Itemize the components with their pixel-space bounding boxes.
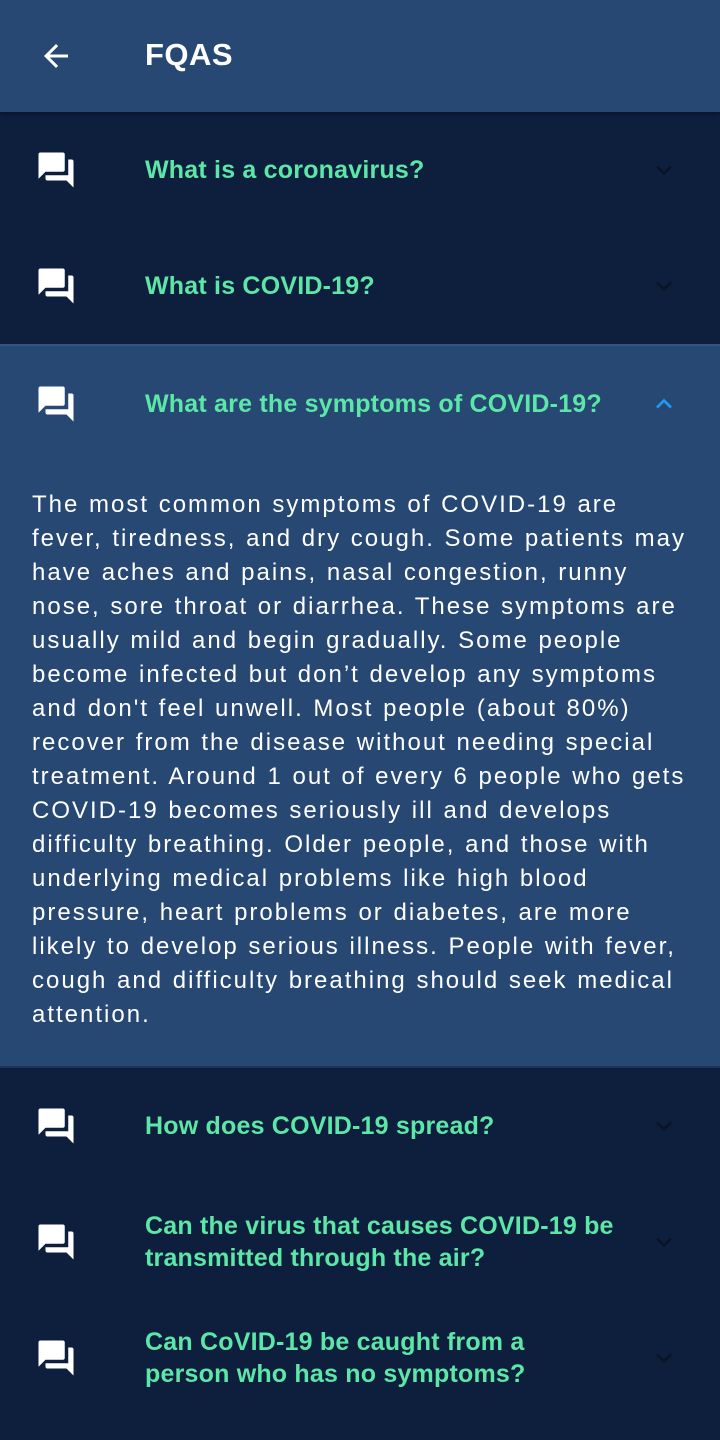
question-answer-icon [35,383,77,425]
question-answer-icon [35,1105,77,1147]
faq-item: What is COVID-19? [0,228,720,344]
arrow-back-icon [44,44,68,68]
faq-list: What is a coronavirus? What is COVID-19?… [0,112,720,1416]
faq-question: Can CoVID-19 be caught from a person who… [145,1328,526,1388]
faq-item-header[interactable]: How does COVID-19 spread? [0,1068,720,1184]
faq-item-header[interactable]: What are the symptoms of COVID-19? [0,346,720,462]
chevron-up-icon[interactable] [648,388,680,420]
faq-answer: The most common symptoms of COVID-19 are… [32,491,686,1028]
faq-item-expanded: What are the symptoms of COVID-19? The m… [0,344,720,1068]
chevron-down-icon[interactable] [648,270,680,302]
back-button[interactable] [32,32,80,80]
faq-item: How does COVID-19 spread? [0,1068,720,1184]
faq-question: What is a coronavirus? [145,156,425,184]
faq-item-header[interactable]: What is a coronavirus? [0,112,720,228]
app-bar: FQAS [0,0,720,112]
faq-item-header[interactable]: Can the virus that causes COVID-19 be tr… [0,1184,720,1300]
faq-item: Can CoVID-19 be caught from a person who… [0,1300,720,1416]
faq-item: Can the virus that causes COVID-19 be tr… [0,1184,720,1300]
faq-item-header[interactable]: Can CoVID-19 be caught from a person who… [0,1300,720,1416]
faq-item-header[interactable]: What is COVID-19? [0,228,720,344]
faq-item: What is a coronavirus? [0,112,720,228]
chevron-down-icon[interactable] [648,1342,680,1374]
faq-question: Can the virus that causes COVID-19 be tr… [145,1212,614,1272]
chevron-down-icon[interactable] [648,1110,680,1142]
faq-question: What is COVID-19? [145,272,375,300]
faq-question: What are the symptoms of COVID-19? [145,390,602,418]
page-title: FQAS [145,37,234,72]
question-answer-icon [35,265,77,307]
question-answer-icon [35,1221,77,1263]
question-answer-icon [35,1337,77,1379]
chevron-down-icon[interactable] [648,1226,680,1258]
chevron-down-icon[interactable] [648,154,680,186]
faq-question: How does COVID-19 spread? [145,1112,495,1140]
question-answer-icon [35,149,77,191]
